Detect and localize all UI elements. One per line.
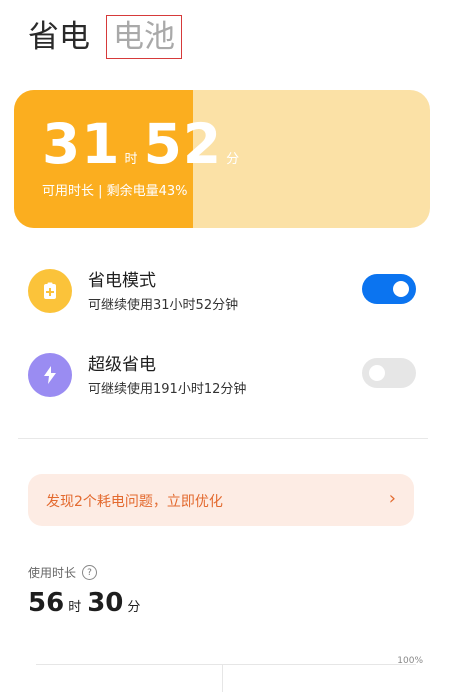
mode-title: 超级省电 — [88, 355, 156, 375]
minutes-unit: 分 — [226, 152, 240, 167]
lightning-icon — [28, 353, 72, 397]
usage-chart-max-label: 100% — [397, 656, 423, 666]
usage-minutes: 30 — [87, 588, 124, 618]
remaining-minutes: 52 — [143, 112, 223, 176]
mode-desc: 可继续使用31小时52分钟 — [88, 298, 239, 313]
usage-hours-unit: 时 — [68, 600, 82, 615]
mode-title: 省电模式 — [88, 271, 156, 291]
tab-power-saving[interactable]: 省电 — [28, 14, 90, 60]
battery-time-content: 31 时 52 分 可用时长 | 剩余电量43% — [42, 112, 245, 199]
battery-time-card: 31 时 52 分 可用时长 | 剩余电量43% — [14, 90, 430, 228]
issue-text: 发现2个耗电问题，立即优化 — [46, 494, 223, 510]
tab-battery[interactable]: 电池 — [106, 15, 182, 59]
hours-unit: 时 — [124, 152, 138, 167]
usage-chart-baseline — [36, 664, 416, 665]
battery-plus-icon — [28, 269, 72, 313]
power-saving-toggle[interactable] — [362, 274, 416, 304]
ultra-power-saving-row[interactable]: 超级省电 可继续使用191小时12分钟 — [28, 350, 424, 402]
remaining-hours: 31 — [42, 112, 121, 176]
usage-minutes-unit: 分 — [127, 600, 141, 615]
mode-desc: 可继续使用191小时12分钟 — [88, 382, 247, 397]
usage-label: 使用时长 ? — [28, 564, 98, 581]
section-divider — [18, 438, 428, 439]
battery-subtitle: 可用时长 | 剩余电量43% — [42, 184, 188, 199]
toggle-knob — [369, 365, 385, 381]
help-icon[interactable]: ? — [82, 565, 98, 580]
tab-bar: 省电 电池 — [28, 14, 182, 60]
usage-chart-tick — [222, 664, 223, 692]
usage-label-text: 使用时长 — [28, 566, 77, 580]
usage-hours: 56 — [28, 588, 65, 618]
toggle-knob — [393, 281, 409, 297]
usage-duration: 56 时 30 分 — [28, 588, 146, 618]
chevron-right-icon: › — [388, 488, 396, 509]
battery-issue-banner[interactable]: 发现2个耗电问题，立即优化 › — [28, 474, 414, 526]
ultra-power-saving-toggle[interactable] — [362, 358, 416, 388]
power-saving-mode-row[interactable]: 省电模式 可继续使用31小时52分钟 — [28, 266, 424, 318]
